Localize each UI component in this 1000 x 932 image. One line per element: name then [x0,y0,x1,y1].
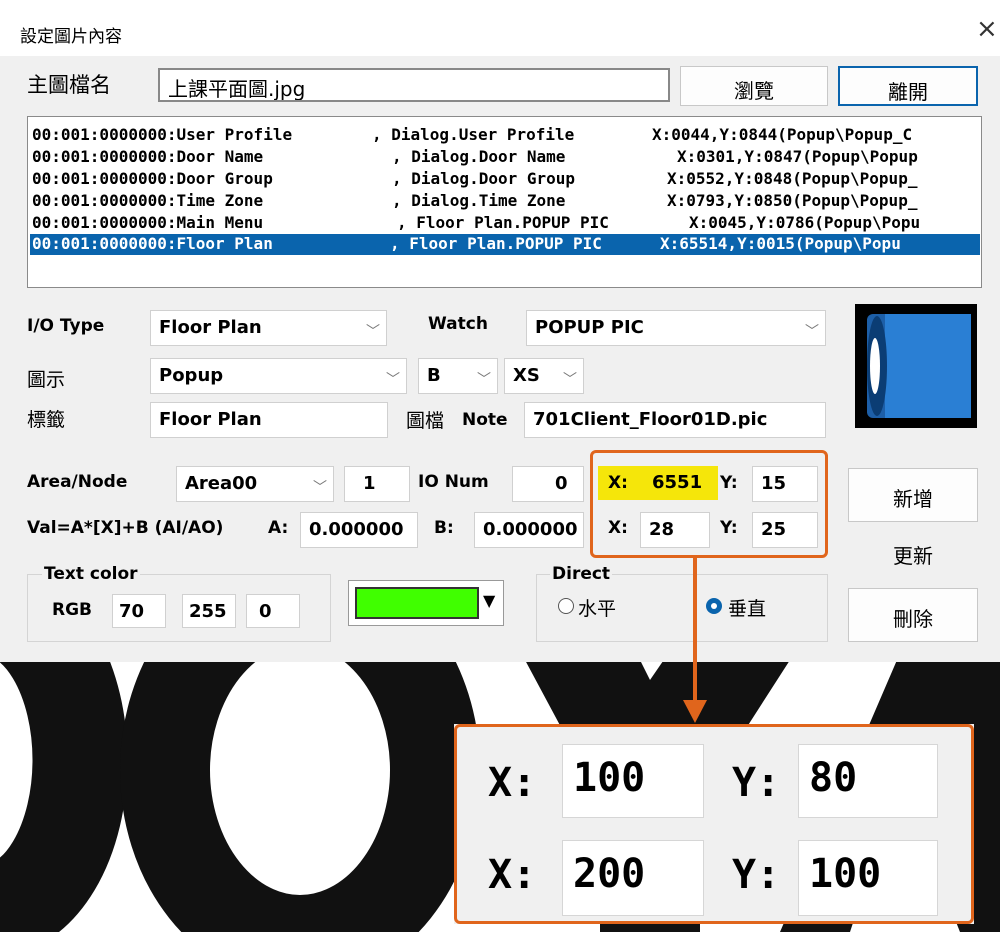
area-node-label: Area/Node [27,472,128,492]
radio-dot-icon [711,603,717,609]
io-num-label: IO Num [418,472,489,492]
leave-button[interactable]: 離開 [838,66,978,106]
window-title: 設定圖片內容 [20,27,122,47]
item-list[interactable]: 00:001:0000000:User Profile, Dialog.User… [27,116,982,288]
note-label: Note [462,410,508,430]
io-num-field[interactable]: 0 [512,466,584,502]
watch-label: Watch [428,314,488,334]
watch-select[interactable]: POPUP PIC ﹀ [526,310,826,346]
zoom-y2-field[interactable]: 100 [798,840,938,916]
horizontal-label: 水平 [578,598,617,620]
zoom-x1-label: X: [488,760,537,806]
list-item[interactable]: 00:001:0000000:Door Name, Dialog.Door Na… [32,147,918,168]
file-field[interactable]: 701Client_Floor01D.pic [524,402,826,438]
direct-label: Direct [550,564,613,584]
rgb-label: RGB [52,600,93,620]
zoom-x2-field[interactable]: 200 [562,840,704,916]
zoom-y1-field[interactable]: 80 [798,744,938,818]
chevron-down-icon: ﹀ [386,372,400,388]
chevron-down-icon: ﹀ [366,324,380,340]
node-field[interactable]: 1 [344,466,410,502]
dropdown-arrow-icon[interactable]: ▼ [483,591,495,610]
red-field[interactable]: 70 [112,594,166,628]
area-select[interactable]: Area00 ﹀ [176,466,334,502]
style-select-1[interactable]: B ﹀ [418,358,498,394]
green-field[interactable]: 255 [182,594,236,628]
zoom-x2-label: X: [488,852,537,898]
list-item[interactable]: 00:001:0000000:Main Menu, Floor Plan.POP… [32,213,920,234]
file-label: 圖檔 [406,410,445,432]
horizontal-radio[interactable] [558,598,574,614]
val-formula-label: Val=A*[X]+B (AI/AO) [27,518,224,538]
add-button[interactable]: 新增 [848,468,978,522]
icon-select[interactable]: Popup ﹀ [150,358,407,394]
blue-field[interactable]: 0 [246,594,300,628]
list-item[interactable]: 00:001:0000000:User Profile, Dialog.User… [32,125,912,146]
delete-button[interactable]: 刪除 [848,588,978,642]
update-button[interactable]: 更新 [848,530,978,580]
chevron-down-icon: ﹀ [477,372,491,388]
icon-preview [855,304,977,428]
zoom-y1-label: Y: [732,760,781,806]
io-type-label: I/O Type [27,316,105,336]
style-select-2[interactable]: XS ﹀ [504,358,584,394]
callout-arrow-icon [683,555,707,723]
title-bar: 設定圖片內容 × [0,0,1000,56]
b-label: B: [434,518,454,538]
color-picker[interactable]: ▼ [348,580,504,626]
icon-label: 圖示 [27,369,66,391]
tag-label: 標籤 [27,409,66,431]
list-item-selected[interactable]: 00:001:0000000:Floor Plan, Floor Plan.PO… [30,234,980,255]
chevron-down-icon: ﹀ [313,480,327,496]
list-item[interactable]: 00:001:0000000:Time Zone, Dialog.Time Zo… [32,191,917,212]
main-image-field[interactable]: 上課平面圖.jpg [158,68,670,102]
io-type-select[interactable]: Floor Plan ﹀ [150,310,387,346]
close-icon[interactable]: × [976,14,998,44]
chevron-down-icon: ﹀ [563,372,577,388]
text-color-label: Text color [42,564,140,584]
b-field[interactable]: 0.000000 [474,512,584,548]
color-swatch [355,587,479,619]
a-label: A: [268,518,289,538]
tag-field[interactable]: Floor Plan [150,402,388,438]
a-field[interactable]: 0.000000 [300,512,418,548]
popup-icon [867,314,971,418]
list-item[interactable]: 00:001:0000000:Door Group, Dialog.Door G… [32,169,917,190]
xy-highlight [590,450,828,558]
browse-button[interactable]: 瀏覽 [680,66,828,106]
vertical-label: 垂直 [728,598,767,620]
dialog-window: 設定圖片內容 × 主圖檔名 上課平面圖.jpg 瀏覽 離開 00:001:000… [0,0,1000,662]
main-image-label: 主圖檔名 [27,73,111,97]
zoom-y2-label: Y: [732,852,781,898]
zoom-x1-field[interactable]: 100 [562,744,704,818]
chevron-down-icon: ﹀ [805,324,819,340]
